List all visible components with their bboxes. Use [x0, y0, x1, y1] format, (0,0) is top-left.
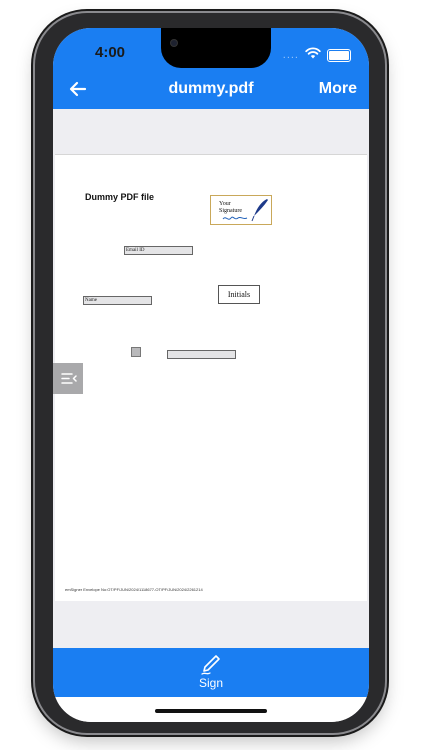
- home-indicator[interactable]: [155, 709, 267, 713]
- power-button: [385, 210, 389, 288]
- status-time: 4:00: [95, 44, 126, 61]
- app-header: 4:00 .... dummy.pdf More: [53, 28, 369, 109]
- nav-bar: dummy.pdf More: [53, 76, 369, 104]
- wifi-icon: [305, 46, 321, 64]
- menu-collapse-icon: [61, 373, 77, 384]
- name-field[interactable]: Name: [83, 296, 152, 305]
- phone-screen: 4:00 .... dummy.pdf More Dummy PDF file …: [53, 28, 369, 722]
- initials-field[interactable]: Initials: [218, 285, 260, 304]
- pdf-heading: Dummy PDF file: [85, 192, 155, 202]
- notch: [161, 28, 271, 68]
- signature-field[interactable]: Your Signature: [210, 195, 272, 225]
- status-icons: ....: [283, 46, 351, 64]
- envelope-number: emSigner Envelope No:OT/PF/JUN/2024/1118…: [65, 587, 203, 592]
- email-field[interactable]: Email ID: [124, 246, 193, 255]
- quill-icon: [222, 199, 268, 222]
- signal-dots: ....: [282, 49, 299, 61]
- bottom-toolbar: Sign: [53, 648, 369, 697]
- more-button[interactable]: More: [319, 80, 357, 98]
- camera-icon: [171, 40, 177, 46]
- pen-icon: [201, 655, 220, 675]
- sidebar-toggle-button[interactable]: [53, 363, 83, 394]
- text-field[interactable]: [167, 350, 236, 359]
- battery-icon: [327, 48, 351, 62]
- home-area: [53, 697, 369, 722]
- checkbox-field[interactable]: [131, 347, 141, 357]
- pdf-page: Dummy PDF file Your Signature Email ID N…: [55, 154, 367, 601]
- sign-label: Sign: [198, 676, 224, 690]
- sign-button[interactable]: Sign: [186, 654, 236, 694]
- screenshot-canvas: 4:00 .... dummy.pdf More Dummy PDF file …: [0, 0, 422, 750]
